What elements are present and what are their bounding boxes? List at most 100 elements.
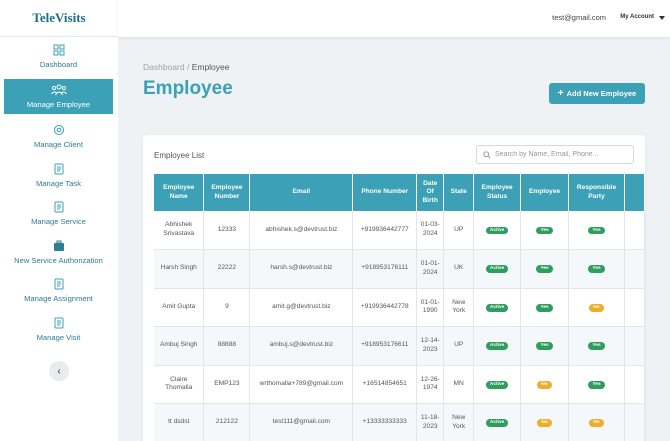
cell-responsible: Yes [568, 249, 625, 289]
employee-badge: Yes [536, 265, 553, 274]
status-badge: Active [485, 265, 509, 274]
sidebar-item-dashboard[interactable]: Dashboard [4, 37, 113, 76]
sidebar-item-manage-client[interactable]: Manage Client [4, 118, 113, 157]
sidebar-item-label: Manage Employee [26, 99, 91, 109]
sidebar-item-manage-visit[interactable]: Manage Visit [4, 310, 113, 349]
sidebar-item-manage-employee[interactable]: Manage Employee [4, 78, 113, 114]
employee-list-card: Employee List Employee Name Employee Num… [143, 135, 645, 441]
cell-employee: Yes [520, 288, 570, 327]
cell-status: Active [473, 326, 522, 366]
responsible-badge: Yes [588, 226, 605, 235]
table-row[interactable]: Amit Gupta 9 amit.g@devtrust.biz +919936442… [154, 288, 645, 327]
cell-email: amit.g@devtrust.biz [249, 288, 354, 327]
sidebar-item-label: Manage Task [35, 178, 82, 188]
cell-phone: +13333333333 [352, 403, 418, 441]
caret-down-icon[interactable] [659, 16, 665, 20]
cell-number: 9 [203, 288, 251, 327]
sidebar-item-service-authorization[interactable]: New Service Authorization [4, 233, 113, 272]
cell-status: Active [473, 365, 522, 404]
sidebar-item-label: New Service Authorization [14, 255, 103, 265]
responsible-badge: No [589, 303, 604, 312]
cell-dob: 01-03-2024 [416, 211, 445, 250]
cell-responsible: Yes [568, 326, 625, 366]
cell-status: Active [473, 288, 522, 327]
user-email: test@gmail.com [552, 13, 606, 22]
status-badge: Active [485, 226, 509, 235]
search-box[interactable] [476, 145, 634, 164]
document-icon [54, 163, 63, 175]
cell-name: Amit Gupta [154, 288, 205, 327]
cell-employee: Yes [520, 211, 570, 250]
cell-state: UP [443, 326, 475, 366]
sidebar-collapse-button[interactable]: ‹ [49, 361, 69, 381]
cell-responsible: No [568, 288, 625, 327]
cell-overflow [624, 326, 645, 366]
cell-state: UP [443, 211, 475, 250]
sidebar: TeleVisits Dashboard Manage Employee Man… [0, 0, 118, 441]
cell-overflow [624, 249, 645, 289]
cell-name: Harsh Singh [154, 249, 205, 289]
cell-employee: Yes [520, 249, 570, 289]
col-overflow [624, 174, 645, 211]
cell-state: New York [443, 288, 475, 327]
cell-number: 212122 [203, 403, 251, 441]
cell-email: ambuj.s@devtrust.biz [249, 326, 354, 366]
col-state: State [443, 174, 475, 211]
card-title: Employee List [154, 151, 205, 160]
responsible-badge: Yes [588, 380, 605, 389]
document-icon [54, 317, 63, 329]
page-title: Employee [143, 78, 233, 99]
employee-badge: Yes [536, 303, 553, 312]
status-badge: Active [485, 419, 509, 428]
table-row[interactable]: Harsh Singh 22222 harsh.s@devtrust.biz +918… [154, 249, 645, 289]
cell-email: test111@gmail.com [249, 403, 354, 441]
my-account-menu[interactable]: My Account [620, 14, 654, 20]
cell-number: 12333 [203, 211, 251, 250]
sidebar-item-label: Dashboard [39, 59, 78, 69]
sidebar-item-label: Manage Client [34, 140, 83, 150]
table-row[interactable]: Claire Thomalla EMP123 wrthomalla+789@gmai… [154, 365, 645, 404]
col-email: Email [249, 174, 354, 211]
users-icon [50, 84, 67, 95]
sidebar-item-manage-task[interactable]: Manage Task [4, 156, 113, 195]
col-employee: Employee [520, 174, 570, 211]
top-header: test@gmail.com My Account [118, 0, 670, 37]
table-row[interactable]: Ambuj Singh 88888 ambuj.s@devtrust.biz +918… [154, 326, 645, 366]
document-icon [54, 201, 63, 213]
add-new-employee-button[interactable]: + Add New Employee [549, 83, 645, 104]
app-logo[interactable]: TeleVisits [0, 0, 118, 37]
cell-dob: 01-01-1990 [416, 288, 445, 327]
table-row[interactable]: tt dsdst 212122 test111@gmail.com +13333333… [154, 403, 645, 441]
breadcrumb-dashboard[interactable]: Dashboard [143, 62, 185, 72]
sidebar-item-label: Manage Visit [36, 332, 81, 342]
cell-overflow [624, 211, 645, 250]
cell-email: harsh.s@devtrust.biz [249, 249, 354, 289]
cell-dob: 01-01-2024 [416, 249, 445, 289]
cell-phone: +919936442777 [352, 211, 418, 250]
cell-responsible: Yes [568, 365, 625, 404]
sidebar-item-label: Manage Service [31, 217, 86, 227]
sidebar-item-manage-assignment[interactable]: Manage Assignment [4, 272, 113, 311]
cell-name: Abhishek Srivastava [154, 211, 205, 250]
cell-state: New York [443, 403, 475, 441]
briefcase-icon [53, 240, 64, 251]
sidebar-item-manage-service[interactable]: Manage Service [4, 195, 113, 234]
table-header-row: Employee Name Employee Number Email Phon… [154, 174, 645, 211]
cell-overflow [624, 365, 645, 404]
sidebar-item-label: Manage Assignment [24, 294, 93, 304]
search-icon [483, 150, 491, 159]
employee-table: Employee Name Employee Number Email Phon… [154, 174, 645, 441]
cell-responsible: Yes [568, 211, 625, 250]
sidebar-nav: Dashboard Manage Employee Manage Client … [4, 37, 113, 349]
document-icon [54, 278, 63, 290]
search-input[interactable] [495, 151, 625, 158]
table-row[interactable]: Abhishek Srivastava 12333 abhishek.s@devtr… [154, 211, 645, 250]
cell-dob: 12-14-2023 [416, 326, 445, 366]
cell-employee: No [520, 403, 570, 441]
cell-dob: 12-26-1974 [416, 365, 445, 404]
cell-status: Active [473, 249, 522, 289]
col-date-of-birth: Date Of Birth [416, 174, 445, 211]
cell-responsible: No [568, 403, 625, 441]
status-badge: Active [485, 303, 509, 312]
employee-table-body: Abhishek Srivastava 12333 abhishek.s@devtr… [154, 211, 645, 441]
